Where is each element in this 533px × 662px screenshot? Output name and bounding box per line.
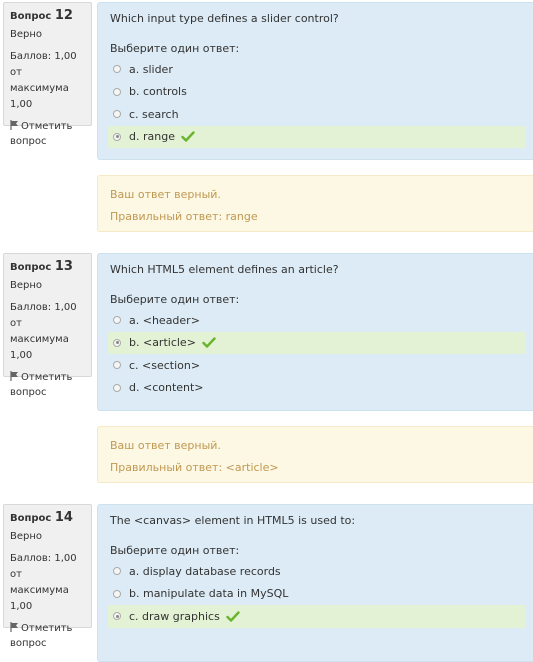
question-formulation: Which HTML5 element defines an article? … (97, 253, 533, 411)
question-number: Вопрос 14 (10, 511, 91, 526)
question-text: Which HTML5 element defines an article? (110, 263, 339, 276)
question-label: Вопрос (10, 513, 52, 524)
answer-option-a[interactable]: a. <header> (108, 309, 533, 332)
flag-label: Отметить (21, 372, 73, 383)
question-grade: Баллов: 1,00 от максимума 1,00 (10, 49, 91, 113)
question-formulation: The <canvas> element in HTML5 is used to… (97, 504, 533, 662)
flag-label: Отметить (21, 623, 73, 634)
right-answer-text: Правильный ответ: <article> (110, 461, 279, 474)
grade-line: максимума 1,00 (10, 83, 69, 110)
question-num: 12 (54, 8, 73, 23)
question-formulation: Which input type defines a slider contro… (97, 2, 533, 160)
flag-icon (10, 371, 18, 381)
grade-line: Баллов: 1,00 от (10, 51, 77, 78)
flag-label-2: вопрос (10, 387, 47, 398)
question-grade: Баллов: 1,00 от максимума 1,00 (10, 300, 91, 364)
feedback-text: Ваш ответ верный. (110, 439, 221, 452)
question-num: 13 (54, 259, 73, 274)
radio-button-selected[interactable] (113, 132, 121, 141)
answer-option-b[interactable]: b. <article> (108, 331, 526, 354)
grade-line: максимума 1,00 (10, 334, 69, 361)
radio-button[interactable] (113, 567, 121, 576)
answer-option-b[interactable]: b. manipulate data in MySQL (108, 583, 533, 606)
answer-prompt: Выберите один ответ: (110, 293, 240, 306)
answer-label: c. <section> (129, 358, 201, 372)
question-number: Вопрос 12 (10, 9, 91, 24)
grade-line: Баллов: 1,00 от (10, 553, 77, 580)
answer-label: c. search (129, 107, 179, 121)
question-text: Which input type defines a slider contro… (110, 12, 339, 25)
answer-list: a. slider b. controls c. search d. range (108, 58, 533, 148)
check-icon (181, 131, 195, 142)
flag-icon (10, 120, 18, 130)
answer-list: a. <header> b. <article> c. <section> d.… (108, 309, 533, 399)
answer-option-a[interactable]: a. display database records (108, 560, 533, 583)
radio-button-selected[interactable] (113, 338, 121, 347)
radio-button[interactable] (113, 87, 121, 96)
flag-question-link[interactable]: Отметить вопрос (10, 119, 91, 150)
answer-option-d[interactable]: d. range (108, 125, 526, 148)
flag-label-2: вопрос (10, 136, 47, 147)
answer-label: d. <content> (129, 381, 204, 395)
check-icon (226, 611, 240, 622)
flag-label: Отметить (21, 121, 73, 132)
flag-question-link[interactable]: Отметить вопрос (10, 370, 91, 401)
answer-label: b. <article> (129, 336, 196, 350)
answer-label: b. controls (129, 85, 187, 99)
answer-option-c[interactable]: c. <section> (108, 354, 533, 377)
question-state: Верно (10, 29, 43, 40)
answer-label: a. <header> (129, 313, 200, 327)
radio-button-selected[interactable] (113, 612, 121, 621)
right-answer-text: Правильный ответ: range (110, 210, 258, 223)
feedback-text: Ваш ответ верный. (110, 188, 221, 201)
answer-label: a. slider (129, 62, 173, 76)
answer-label: b. manipulate data in MySQL (129, 587, 289, 601)
answer-prompt: Выберите один ответ: (110, 544, 240, 557)
question-feedback: Ваш ответ верный. Правильный ответ: rang… (97, 175, 533, 232)
question-text: The <canvas> element in HTML5 is used to… (110, 514, 356, 527)
question-state: Верно (10, 531, 43, 542)
question-num: 14 (54, 510, 73, 525)
question-info: Вопрос 13 Верно Баллов: 1,00 от максимум… (3, 253, 92, 398)
question-label: Вопрос (10, 11, 52, 22)
radio-button[interactable] (113, 589, 121, 598)
answer-option-b[interactable]: b. controls (108, 81, 533, 104)
radio-button[interactable] (113, 361, 121, 370)
question-info: Вопрос 14 Верно Баллов: 1,00 от максимум… (3, 504, 92, 649)
radio-button[interactable] (113, 110, 121, 119)
radio-button[interactable] (113, 316, 121, 325)
answer-option-c[interactable]: c. search (108, 103, 533, 126)
flag-label-2: вопрос (10, 638, 47, 649)
grade-line: максимума 1,00 (10, 585, 69, 612)
question-grade: Баллов: 1,00 от максимума 1,00 (10, 551, 91, 615)
question-number: Вопрос 13 (10, 260, 91, 275)
question-info: Вопрос 12 Верно Баллов: 1,00 от максимум… (3, 2, 92, 147)
flag-question-link[interactable]: Отметить вопрос (10, 621, 91, 652)
answer-label: c. draw graphics (129, 609, 220, 623)
answer-label: a. display database records (129, 564, 281, 578)
question-state: Верно (10, 280, 43, 291)
answer-label: d. range (129, 130, 175, 144)
check-icon (202, 337, 216, 348)
answer-option-a[interactable]: a. slider (108, 58, 533, 81)
grade-line: Баллов: 1,00 от (10, 302, 77, 329)
answer-option-d[interactable]: d. <content> (108, 377, 533, 400)
question-label: Вопрос (10, 262, 52, 273)
question-feedback: Ваш ответ верный. Правильный ответ: <art… (97, 426, 533, 483)
answer-option-c[interactable]: c. draw graphics (108, 605, 526, 628)
radio-button[interactable] (113, 383, 121, 392)
flag-icon (10, 622, 18, 632)
answer-prompt: Выберите один ответ: (110, 42, 240, 55)
answer-list: a. display database records b. manipulat… (108, 560, 533, 628)
radio-button[interactable] (113, 65, 121, 74)
